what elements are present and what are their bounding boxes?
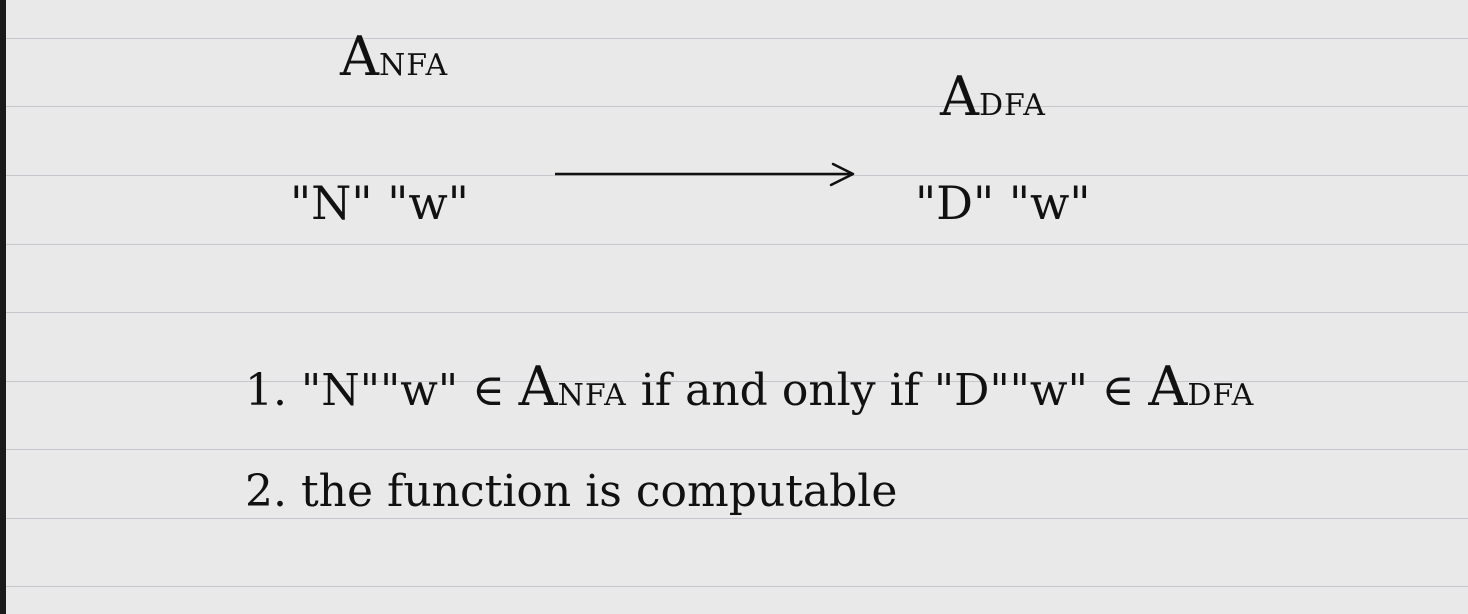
ruled-line xyxy=(6,586,1468,587)
set-subscript: NFA xyxy=(379,48,449,83)
set-letter: A xyxy=(1148,355,1188,418)
ruled-line xyxy=(6,106,1468,107)
statement-text: the function is computable xyxy=(300,466,898,517)
ruled-line xyxy=(6,518,1468,519)
set-subscript: DFA xyxy=(1187,378,1255,413)
ruled-line xyxy=(6,244,1468,245)
dfa-output-pair: "D" "w" xyxy=(915,176,1091,230)
statement-right: "D""w" ∈ xyxy=(933,365,1149,416)
a-nfa-heading: ANFA xyxy=(340,30,448,84)
set-letter: A xyxy=(940,65,979,128)
set-letter: A xyxy=(518,355,558,418)
set-subscript: DFA xyxy=(979,88,1046,123)
ruled-line xyxy=(6,449,1468,450)
arrow-icon xyxy=(555,162,855,187)
statement-left: "N""w" ∈ xyxy=(300,365,519,416)
ruled-line xyxy=(6,38,1468,39)
statement-number: 2. xyxy=(245,466,287,517)
statement-2: 2. the function is computable xyxy=(245,470,897,514)
left-edge-bar xyxy=(0,0,6,614)
nfa-input-pair: "N" "w" xyxy=(290,176,469,230)
set-letter: A xyxy=(340,25,379,88)
set-subscript: NFA xyxy=(557,378,627,413)
ruled-line xyxy=(6,312,1468,313)
statement-1: 1. "N""w" ∈ ANFA if and only if "D""w" ∈… xyxy=(245,360,1254,414)
a-dfa-heading: ADFA xyxy=(940,70,1046,124)
statement-connective: if and only if xyxy=(626,365,934,416)
notebook-page: ANFA ADFA "N" "w" "D" "w" 1. "N""w" ∈ AN… xyxy=(0,0,1468,614)
statement-number: 1. xyxy=(245,365,287,416)
